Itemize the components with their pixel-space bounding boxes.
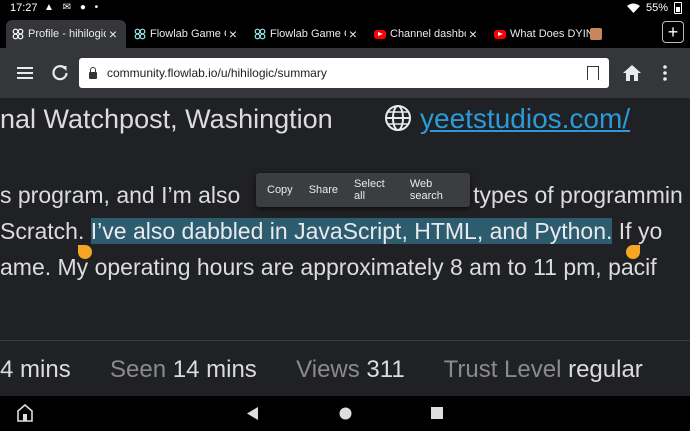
browser-toolbar: community.flowlab.io/u/hihilogic/summary [0,48,690,98]
tab-title: Flowlab Game Cr [270,28,346,40]
flowlab-icon [254,28,266,40]
close-icon[interactable]: × [106,26,120,42]
selected-text[interactable]: I’ve also dabbled in JavaScript, HTML, a… [90,218,613,244]
tab-title: Channel dashboa [390,28,466,40]
share-button[interactable]: Share [301,184,346,196]
profile-location: nal Watchpost, Washingtion [0,104,333,134]
web-search-button[interactable]: Web search [402,178,470,202]
clock: 17:27 [10,2,38,14]
bio-text: If yo [612,218,663,244]
bookmark-icon[interactable] [587,66,599,80]
close-icon[interactable]: × [466,26,480,42]
globe-icon [385,105,411,131]
wifi-icon [626,3,640,13]
avatar-icon [590,28,602,40]
stat-label-seen: Seen [110,356,167,383]
flowlab-icon [12,28,24,40]
tab-title: What Does DYIN [510,28,590,40]
bio-text: Scratch. [0,218,91,244]
tab-title: Profile - hihilogic [28,28,106,40]
stat-label-views: Views [296,356,360,383]
battery-icon [674,2,682,14]
url-text: community.flowlab.io/u/hihilogic/summary [107,66,327,80]
battery-percent: 55% [645,2,668,14]
stat-value-trust: regular [568,356,643,383]
tab-flowlab-1[interactable]: Flowlab Game Cr × [128,20,246,48]
flowlab-icon [134,28,146,40]
stat-value-views: 311 [366,356,405,383]
bio-line-2: Scratch. I’ve also dabbled in JavaScript… [0,218,662,245]
status-bar: 17:27 ▲ ✉ ● • 55% [0,0,690,18]
new-tab-button[interactable]: + [662,21,684,43]
youtube-icon [494,28,506,40]
close-icon[interactable]: × [346,26,360,42]
reload-icon[interactable] [47,60,73,86]
lock-icon [89,66,97,79]
copy-button[interactable]: Copy [256,184,301,196]
bio-text: s program, and I’m also [0,182,247,208]
more-options-icon[interactable] [652,60,678,86]
stat-value-seen: 14 mins [172,356,257,383]
profile-stats: 4 mins Seen 14 mins Views 311 Trust Leve… [0,356,643,384]
stat-label-trust: Trust Level [443,356,562,383]
home-shortcut-icon[interactable] [17,404,33,422]
text-selection-menu: Copy Share Select all Web search [256,173,470,207]
back-icon[interactable] [247,407,259,420]
menu-icon[interactable] [12,60,38,86]
home-button-icon[interactable] [339,407,352,420]
tab-title: Flowlab Game Cr [150,28,226,40]
address-bar[interactable]: community.flowlab.io/u/hihilogic/summary [79,58,609,88]
youtube-icon [374,28,386,40]
tab-channel-dashboard[interactable]: Channel dashboa × [368,20,486,48]
tab-flowlab-2[interactable]: Flowlab Game Cr × [248,20,366,48]
bio-line-3: ame. My operating hours are approximatel… [0,254,657,280]
website-link[interactable]: yeetstudios.com/ [420,103,630,135]
page-content: nal Watchpost, Washingtion yeetstudios.c… [0,98,690,396]
close-icon[interactable]: × [226,26,240,42]
bio-text: types of programmin [466,182,683,208]
recents-icon[interactable] [431,407,443,419]
select-all-button[interactable]: Select all [346,178,402,202]
tab-profile[interactable]: Profile - hihilogic × [6,20,126,48]
stat-value: 4 mins [0,356,71,383]
tab-strip: Profile - hihilogic × Flowlab Game Cr × … [0,18,690,48]
tab-what-does-dyin[interactable]: What Does DYIN [488,20,606,48]
home-icon[interactable] [619,60,645,86]
notification-icons: ▲ ✉ ● • [44,2,102,13]
system-nav-bar [0,396,690,431]
divider [0,340,690,341]
